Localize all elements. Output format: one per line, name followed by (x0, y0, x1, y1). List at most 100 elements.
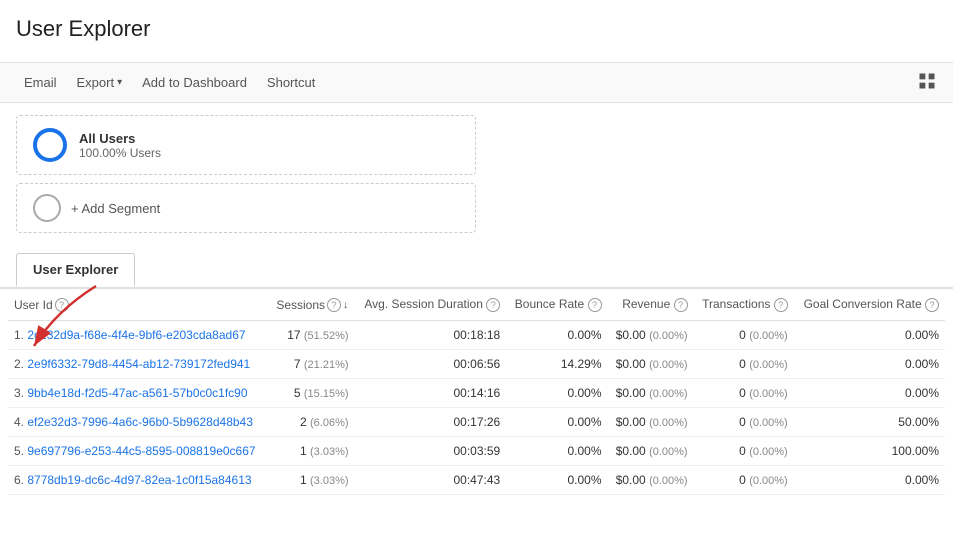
sessions-value: 7 (294, 357, 301, 371)
table-row: 1. 2c132d9a-f68e-4f4e-9bf6-e203cda8ad67 … (8, 321, 945, 350)
add-segment-button[interactable]: + Add Segment (16, 183, 476, 233)
segment-info: All Users 100.00% Users (79, 131, 161, 160)
revenue-pct: (0.00%) (649, 359, 688, 371)
cell-transactions: 0 (0.00%) (694, 466, 794, 495)
transactions-value: 0 (739, 386, 746, 400)
transactions-value: 0 (739, 415, 746, 429)
row-number: 4. (14, 415, 24, 429)
segment-name: All Users (79, 131, 161, 146)
sessions-pct: (21.21%) (304, 359, 349, 371)
bounce-rate-value: 0.00% (567, 415, 601, 429)
goal-conversion-value: 0.00% (905, 473, 939, 487)
red-arrow-annotation (16, 281, 106, 361)
revenue-help-icon[interactable]: ? (674, 298, 688, 312)
sort-desc-icon[interactable]: ↓ (343, 299, 349, 311)
cell-bounce-rate: 0.00% (506, 408, 607, 437)
add-circle-icon (33, 194, 61, 222)
revenue-pct: (0.00%) (649, 417, 688, 429)
page-header: User Explorer (0, 0, 953, 62)
transactions-pct: (0.00%) (749, 388, 788, 400)
avg-session-value: 00:47:43 (454, 473, 501, 487)
revenue-value: $0.00 (616, 473, 646, 487)
revenue-pct: (0.00%) (649, 330, 688, 342)
cell-goal-conversion: 0.00% (794, 466, 945, 495)
segments-area: All Users 100.00% Users + Add Segment (0, 103, 953, 245)
col-header-sessions: Sessions ? ↓ (268, 289, 354, 321)
cell-bounce-rate: 0.00% (506, 466, 607, 495)
sessions-pct: (51.52%) (304, 330, 349, 342)
toolbar: Email Export ▾ Add to Dashboard Shortcut (0, 62, 953, 103)
user-id-link[interactable]: 9e697796-e253-44c5-8595-008819e0c667 (27, 444, 255, 458)
transactions-value: 0 (739, 444, 746, 458)
cell-bounce-rate: 0.00% (506, 437, 607, 466)
goal-conversion-value: 0.00% (905, 357, 939, 371)
shortcut-button[interactable]: Shortcut (259, 71, 323, 94)
cell-revenue: $0.00 (0.00%) (608, 408, 694, 437)
revenue-pct: (0.00%) (649, 388, 688, 400)
transactions-pct: (0.00%) (749, 330, 788, 342)
bounce-rate-value: 0.00% (567, 386, 601, 400)
export-button[interactable]: Export ▾ (69, 71, 131, 94)
cell-avg-session: 00:47:43 (355, 466, 507, 495)
cell-sessions: 5 (15.15%) (268, 379, 354, 408)
cell-goal-conversion: 100.00% (794, 437, 945, 466)
sessions-help-icon[interactable]: ? (327, 298, 341, 312)
row-number: 3. (14, 386, 24, 400)
avg-session-value: 00:06:56 (454, 357, 501, 371)
goal-conversion-value: 0.00% (905, 386, 939, 400)
cell-avg-session: 00:14:16 (355, 379, 507, 408)
transactions-pct: (0.00%) (749, 475, 788, 487)
cell-transactions: 0 (0.00%) (694, 437, 794, 466)
revenue-pct: (0.00%) (649, 446, 688, 458)
avg-session-help-icon[interactable]: ? (486, 298, 500, 312)
cell-sessions: 7 (21.21%) (268, 350, 354, 379)
cell-revenue: $0.00 (0.00%) (608, 437, 694, 466)
avg-session-value: 00:14:16 (454, 386, 501, 400)
transactions-help-icon[interactable]: ? (774, 298, 788, 312)
cell-sessions: 2 (6.06%) (268, 408, 354, 437)
cell-transactions: 0 (0.00%) (694, 350, 794, 379)
cell-user-id: 5. 9e697796-e253-44c5-8595-008819e0c667 (8, 437, 268, 466)
table-row: 2. 2e9f6332-79d8-4454-ab12-739172fed941 … (8, 350, 945, 379)
bounce-rate-value: 14.29% (561, 357, 602, 371)
sessions-value: 1 (300, 444, 307, 458)
segment-circle (33, 128, 67, 162)
bounce-rate-help-icon[interactable]: ? (588, 298, 602, 312)
add-segment-label: + Add Segment (71, 201, 160, 216)
user-id-link[interactable]: 8778db19-dc6c-4d97-82ea-1c0f15a84613 (27, 473, 251, 487)
sessions-value: 2 (300, 415, 307, 429)
cell-revenue: $0.00 (0.00%) (608, 466, 694, 495)
revenue-pct: (0.00%) (649, 475, 688, 487)
table-row: 5. 9e697796-e253-44c5-8595-008819e0c667 … (8, 437, 945, 466)
revenue-value: $0.00 (616, 444, 646, 458)
cell-transactions: 0 (0.00%) (694, 379, 794, 408)
cell-avg-session: 00:17:26 (355, 408, 507, 437)
user-id-link[interactable]: 9bb4e18d-f2d5-47ac-a561-57b0c0c1fc90 (27, 386, 247, 400)
cell-bounce-rate: 0.00% (506, 321, 607, 350)
tabs-area: User Explorer (0, 253, 953, 289)
cell-avg-session: 00:18:18 (355, 321, 507, 350)
table-row: 6. 8778db19-dc6c-4d97-82ea-1c0f15a84613 … (8, 466, 945, 495)
email-button[interactable]: Email (16, 71, 65, 94)
table-row: 4. ef2e32d3-7996-4a6c-96b0-5b9628d48b43 … (8, 408, 945, 437)
cell-goal-conversion: 0.00% (794, 379, 945, 408)
transactions-pct: (0.00%) (749, 417, 788, 429)
sessions-pct: (6.06%) (310, 417, 349, 429)
goal-conversion-help-icon[interactable]: ? (925, 298, 939, 312)
col-header-bounce-rate: Bounce Rate ? (506, 289, 607, 321)
cell-revenue: $0.00 (0.00%) (608, 350, 694, 379)
sessions-value: 5 (294, 386, 301, 400)
cell-bounce-rate: 14.29% (506, 350, 607, 379)
add-to-dashboard-button[interactable]: Add to Dashboard (134, 71, 255, 94)
transactions-pct: (0.00%) (749, 359, 788, 371)
user-id-link[interactable]: ef2e32d3-7996-4a6c-96b0-5b9628d48b43 (27, 415, 253, 429)
col-header-avg-session: Avg. Session Duration ? (355, 289, 507, 321)
all-users-segment: All Users 100.00% Users (16, 115, 476, 175)
sessions-pct: (3.03%) (310, 475, 349, 487)
col-header-transactions: Transactions ? (694, 289, 794, 321)
sessions-value: 1 (300, 473, 307, 487)
cell-goal-conversion: 0.00% (794, 350, 945, 379)
transactions-value: 0 (739, 357, 746, 371)
grid-view-icon[interactable] (917, 71, 937, 94)
col-header-goal-conversion: Goal Conversion Rate ? (794, 289, 945, 321)
